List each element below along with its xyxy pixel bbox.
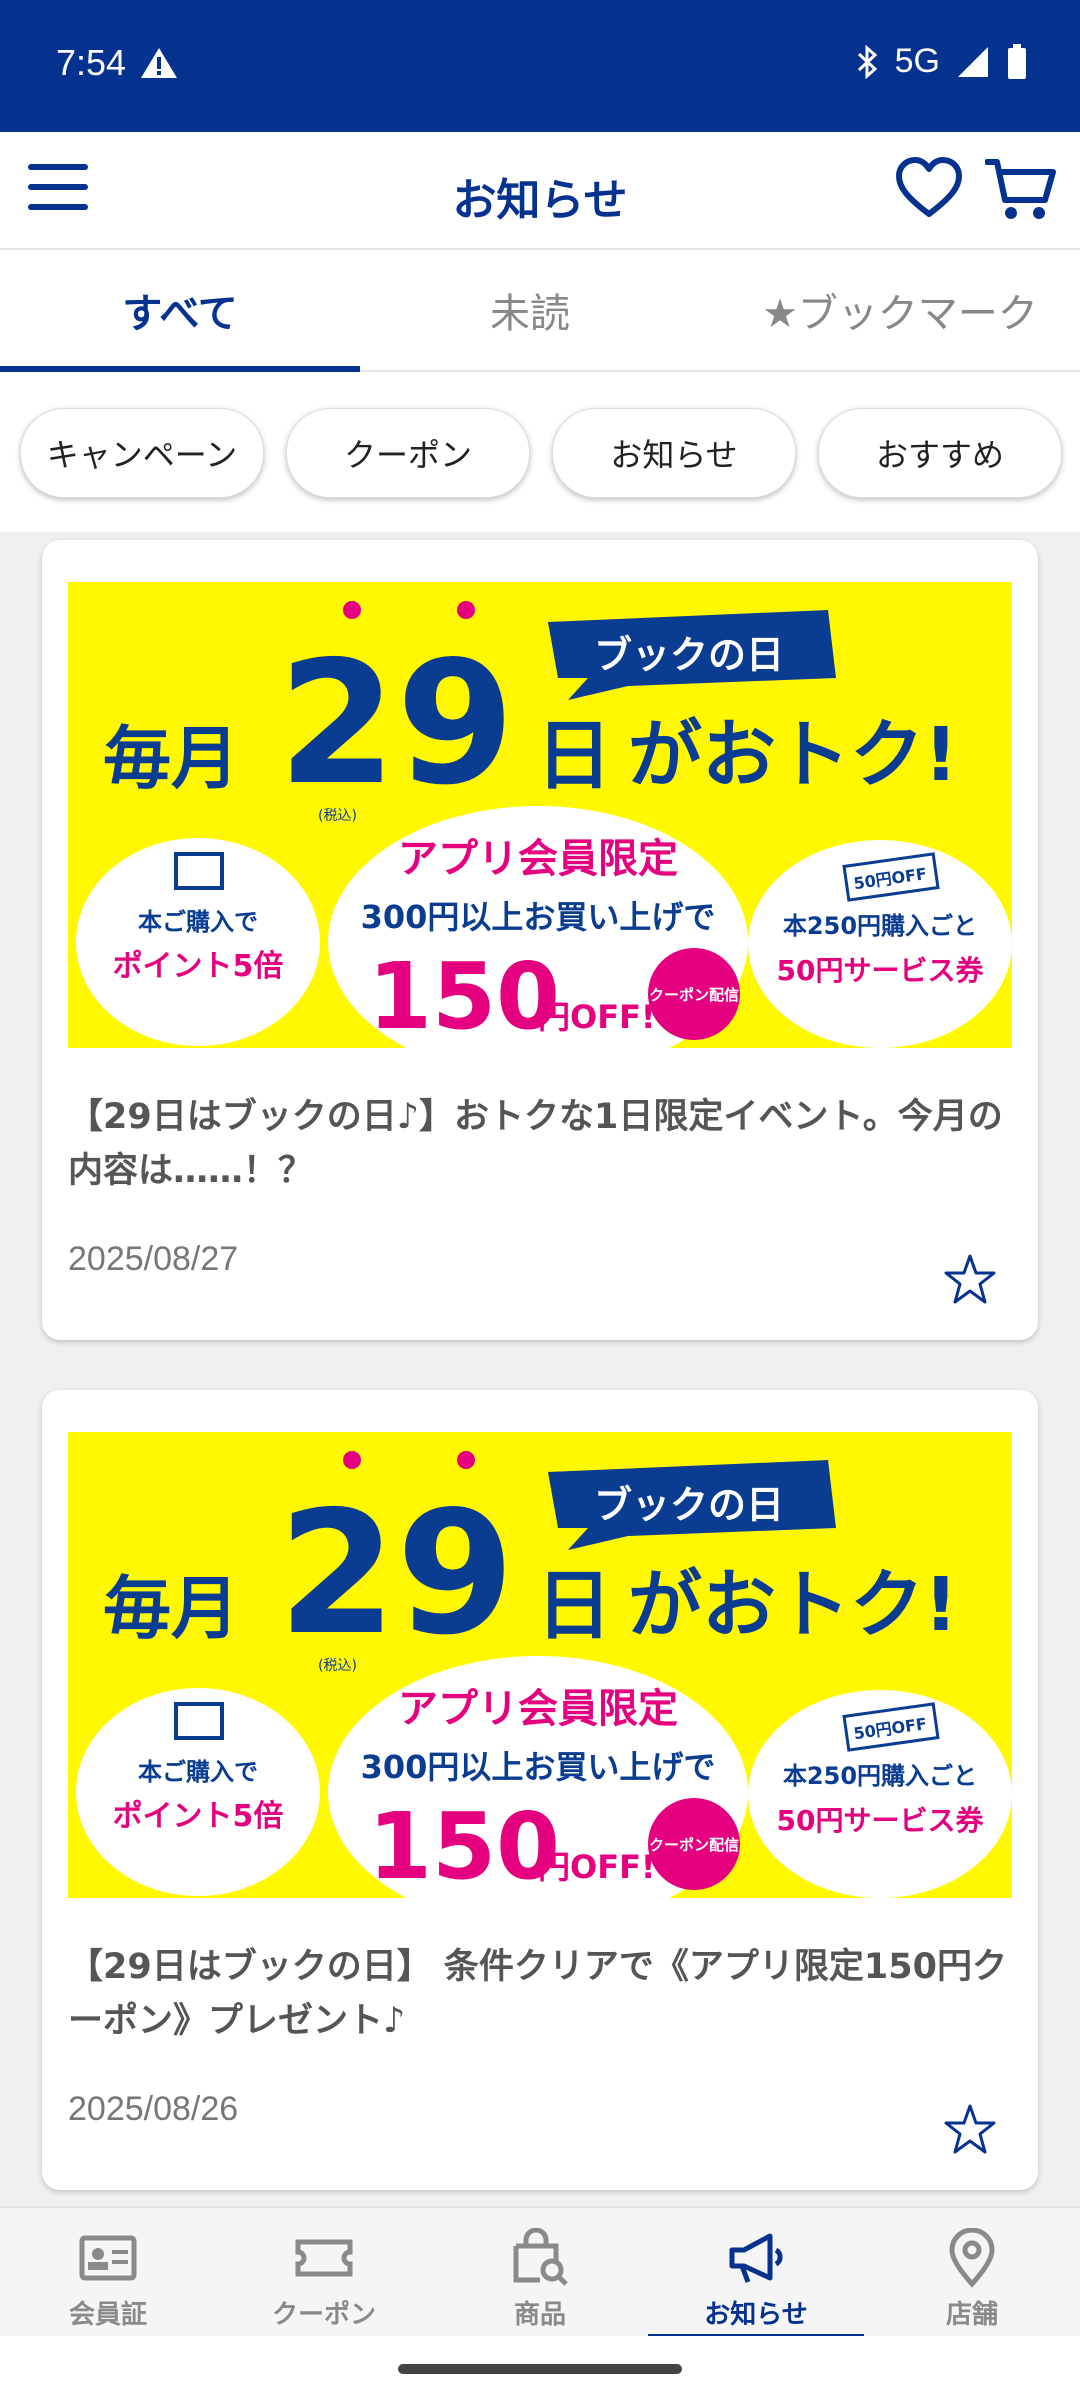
banner-graphic: 毎月 29 日 がおトク! ブックの日 本ご購入で ポイント5倍 アプリ会員限定… — [68, 582, 1012, 1048]
banner-day-suffix: 日 — [536, 711, 612, 800]
nav-coupon[interactable]: クーポン — [216, 2208, 432, 2338]
banner-tax: (税込) — [318, 808, 357, 824]
campaign-banner: 毎月 29 日 がおトク! ブックの日 本ご購入で ポイント5倍 アプリ会員限定… — [68, 582, 1012, 1048]
nav-label: 商品 — [513, 2300, 566, 2330]
home-indicator[interactable] — [398, 2364, 682, 2374]
banner-day-suffix: 日 — [536, 1561, 612, 1650]
banner-left-2: ポイント5倍 — [113, 1799, 284, 1834]
tab-bookmark[interactable]: ★ブックマーク — [720, 250, 1080, 370]
nav-member-card[interactable]: 会員証 — [0, 2208, 216, 2338]
chip-campaign[interactable]: キャンペーン — [20, 408, 264, 498]
bookmark-star-icon[interactable] — [942, 2102, 998, 2158]
location-pin-icon — [949, 2228, 995, 2288]
tab-unread[interactable]: 未読 — [360, 250, 700, 370]
news-card[interactable]: 毎月 29 日 がおトク! ブックの日 本ご購入で ポイント5倍 アプリ会員限定… — [42, 1390, 1038, 2190]
chip-coupon[interactable]: クーポン — [286, 408, 530, 498]
banner-otoku: がおトク! — [628, 712, 958, 798]
card-date: 2025/08/26 — [68, 2090, 239, 2128]
campaign-banner: 毎月 29 日 がおトク! ブックの日 本ご購入で ポイント5倍 アプリ会員限定… — [68, 1432, 1012, 1898]
banner-yen-off: 円OFF! — [538, 998, 656, 1036]
banner-right-2: 50円サービス券 — [777, 954, 985, 987]
banner-graphic: 毎月 29 日 がおトク! ブックの日 本ご購入で ポイント5倍 アプリ会員限定… — [68, 1432, 1012, 1898]
tab-all[interactable]: すべて — [0, 250, 360, 370]
news-card[interactable]: 毎月 29 日 がおトク! ブックの日 本ご購入で ポイント5倍 アプリ会員限定… — [42, 540, 1038, 1340]
shopping-bag-search-icon — [513, 2228, 568, 2286]
card-title: 【29日はブックの日】 条件クリアで《アプリ限定150円クーポン》プレゼント♪ — [68, 1947, 1007, 2041]
app-bar: お知らせ — [0, 132, 1080, 250]
banner-otoku: がおトク! — [628, 1562, 958, 1648]
banner-left-1: 本ご購入で — [138, 908, 258, 936]
news-list: 毎月 29 日 がおトク! ブックの日 本ご購入で ポイント5倍 アプリ会員限定… — [0, 534, 1080, 2206]
banner-150: 150 — [368, 1793, 560, 1898]
bookmark-star-icon[interactable] — [942, 1252, 998, 1308]
warning-icon — [141, 48, 177, 78]
nav-products[interactable]: 商品 — [432, 2208, 648, 2338]
banner-book-day: ブックの日 — [594, 633, 784, 677]
status-icons: 5G — [855, 42, 1028, 81]
member-card-icon — [79, 2235, 137, 2281]
banner-150: 150 — [368, 943, 560, 1048]
heart-icon[interactable] — [895, 156, 963, 220]
status-time: 7:54 — [56, 42, 127, 83]
nav-label: お知らせ — [704, 2300, 808, 2330]
banner-monthly: 毎月 — [103, 720, 239, 799]
banner-book-day: ブックの日 — [594, 1483, 784, 1527]
banner-day: 29 — [278, 625, 515, 823]
card-date: 2025/08/27 — [68, 1240, 239, 1278]
banner-left-1: 本ご購入で — [138, 1758, 258, 1786]
banner-right-1: 本250円購入ごと — [783, 1762, 977, 1790]
banner-right-2: 50円サービス券 — [777, 1804, 985, 1837]
bluetooth-icon — [857, 44, 877, 79]
gesture-area — [0, 2336, 1080, 2400]
signal-icon — [958, 46, 988, 77]
ticket-icon — [295, 2239, 353, 2277]
banner-center-1: アプリ会員限定 — [398, 1686, 678, 1732]
battery-icon — [1008, 43, 1026, 79]
banner-monthly: 毎月 — [103, 1570, 239, 1649]
nav-news[interactable]: お知らせ — [648, 2208, 864, 2338]
nav-label: クーポン — [271, 2300, 376, 2330]
tab-bar: すべて 未読 ★ブックマーク — [0, 250, 1080, 372]
banner-day: 29 — [278, 1475, 515, 1673]
nav-store[interactable]: 店舗 — [864, 2208, 1080, 2338]
banner-center-1: アプリ会員限定 — [398, 836, 678, 882]
nav-label: 店舗 — [945, 2300, 998, 2330]
banner-tax: (税込) — [318, 1658, 357, 1674]
nav-label: 会員証 — [68, 2300, 147, 2330]
banner-left-2: ポイント5倍 — [113, 949, 284, 984]
filter-chips: キャンペーン クーポン お知らせ おすすめ — [0, 372, 1080, 532]
banner-center-2: 300円以上お買い上げで — [361, 1748, 716, 1786]
chip-recommend[interactable]: おすすめ — [818, 408, 1062, 498]
network-label: 5G — [894, 42, 940, 80]
card-title: 【29日はブックの日♪】おトクな1日限定イベント。今月の内容は……！？ — [68, 1097, 1003, 1191]
banner-coupon-badge: クーポン配信 — [649, 1836, 739, 1854]
status-bar: 7:54 5G — [0, 0, 1080, 132]
banner-yen-off: 円OFF! — [538, 1848, 656, 1886]
banner-right-1: 本250円購入ごと — [783, 912, 977, 940]
bottom-nav: 会員証 クーポン 商品 お知らせ 店舗 — [0, 2206, 1080, 2338]
chip-news[interactable]: お知らせ — [552, 408, 796, 498]
banner-center-2: 300円以上お買い上げで — [361, 898, 716, 936]
megaphone-icon — [729, 2233, 783, 2283]
cart-icon[interactable] — [985, 156, 1057, 222]
banner-coupon-badge: クーポン配信 — [649, 986, 739, 1004]
